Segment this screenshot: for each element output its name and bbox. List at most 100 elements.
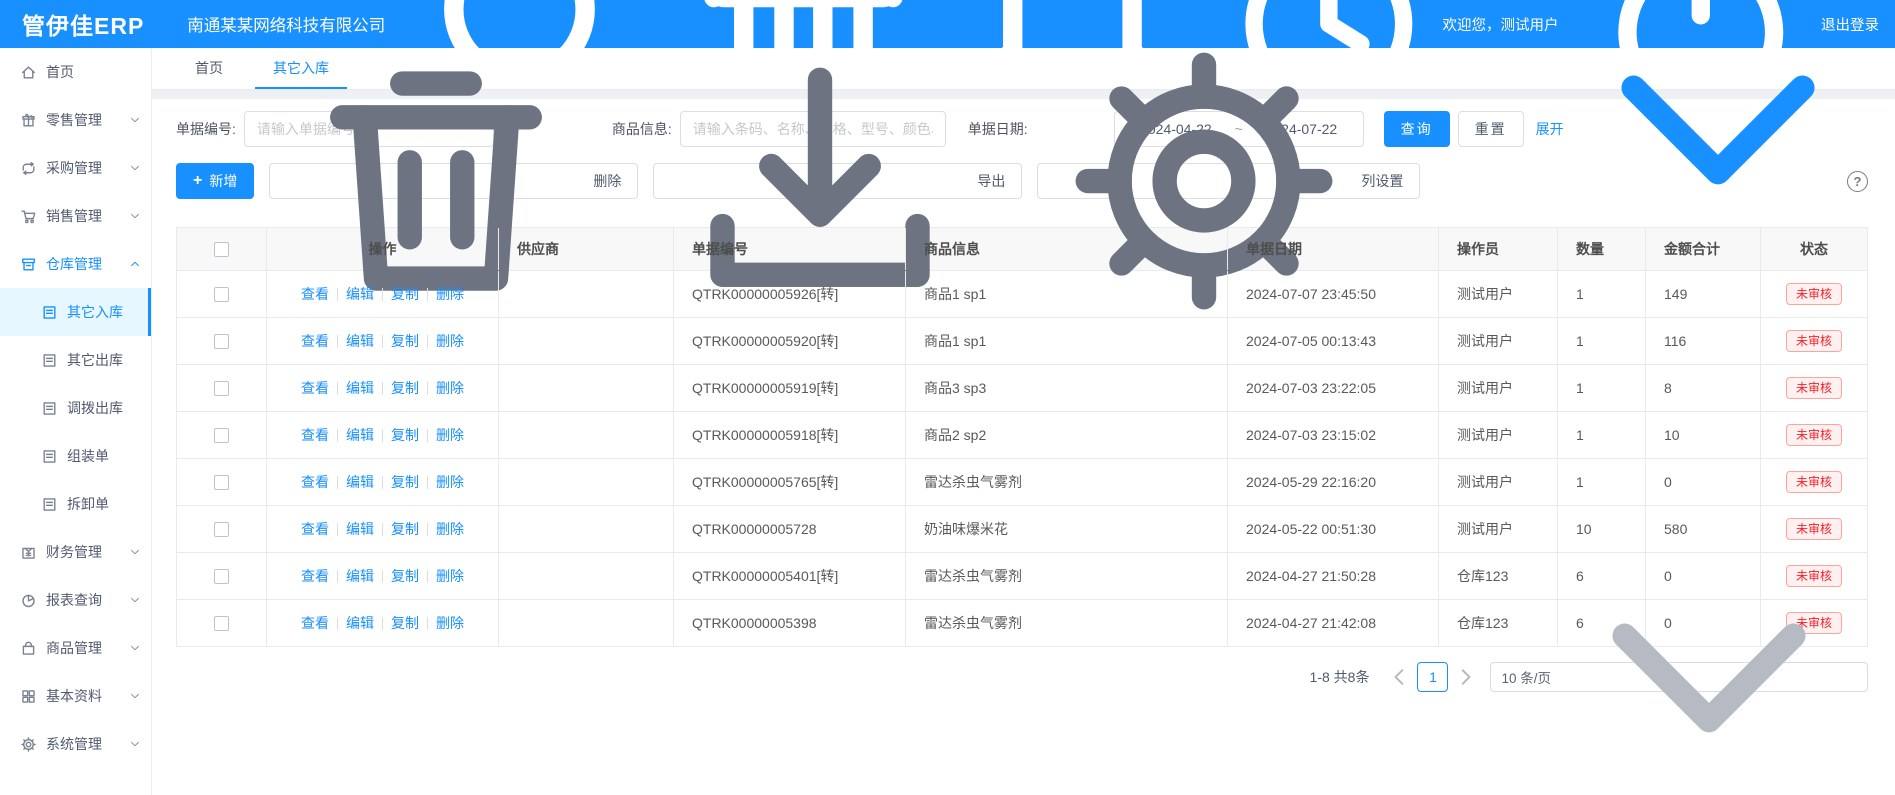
- copy-link[interactable]: 复制: [391, 566, 419, 586]
- delete-link[interactable]: 删除: [436, 425, 464, 445]
- row-checkbox[interactable]: [214, 569, 229, 584]
- view-link[interactable]: 查看: [301, 566, 329, 586]
- view-link[interactable]: 查看: [301, 378, 329, 398]
- copy-link[interactable]: 复制: [391, 472, 419, 492]
- tab[interactable]: 首页: [177, 48, 241, 89]
- sidebar: 首页 零售管理 采购管理 销售管理 仓库: [0, 48, 152, 795]
- action-separator: [427, 382, 428, 395]
- column-header: 操作员: [1439, 228, 1558, 270]
- sidebar-item[interactable]: 基本资料: [0, 672, 151, 720]
- supplier-cell: [499, 506, 674, 552]
- delete-link[interactable]: 删除: [436, 378, 464, 398]
- status-badge: 未审核: [1786, 330, 1842, 352]
- delete-link[interactable]: 删除: [436, 566, 464, 586]
- copy-link[interactable]: 复制: [391, 284, 419, 304]
- delete-link[interactable]: 删除: [436, 472, 464, 492]
- edit-link[interactable]: 编辑: [346, 425, 374, 445]
- row-select-cell: [177, 318, 267, 364]
- product-info-label: 商品信息:: [612, 119, 672, 139]
- sidebar-item-label: 其它出库: [67, 350, 129, 370]
- row-checkbox[interactable]: [214, 522, 229, 537]
- delete-link[interactable]: 删除: [436, 613, 464, 633]
- column-settings-button[interactable]: 列设置: [1037, 163, 1420, 199]
- sidebar-item[interactable]: 首页: [0, 48, 151, 96]
- sidebar-item[interactable]: 财务管理: [0, 528, 151, 576]
- action-separator: [382, 288, 383, 301]
- delete-button[interactable]: 删除: [269, 163, 638, 199]
- sidebar-item-label: 拆卸单: [67, 494, 129, 514]
- operator-cell: 仓库123: [1439, 600, 1558, 646]
- view-link[interactable]: 查看: [301, 331, 329, 351]
- row-checkbox[interactable]: [214, 475, 229, 490]
- edit-link[interactable]: 编辑: [346, 519, 374, 539]
- sidebar-item[interactable]: 其它出库: [0, 336, 151, 384]
- page-number-button[interactable]: 1: [1417, 662, 1448, 692]
- add-button[interactable]: + 新增: [176, 163, 254, 199]
- view-link[interactable]: 查看: [301, 519, 329, 539]
- supplier-cell: [499, 553, 674, 599]
- product-cell: 商品1 sp1: [906, 318, 1228, 364]
- edit-link[interactable]: 编辑: [346, 472, 374, 492]
- status-cell: 未审核: [1761, 412, 1867, 458]
- copy-link[interactable]: 复制: [391, 519, 419, 539]
- view-link[interactable]: 查看: [301, 284, 329, 304]
- sidebar-item[interactable]: 仓库管理: [0, 240, 151, 288]
- sidebar-item[interactable]: 系统管理: [0, 720, 151, 768]
- copy-link[interactable]: 复制: [391, 613, 419, 633]
- qty-cell: 1: [1558, 318, 1646, 364]
- sidebar-item[interactable]: 销售管理: [0, 192, 151, 240]
- row-actions-cell: 查看编辑复制删除: [267, 412, 499, 458]
- delete-link[interactable]: 删除: [436, 331, 464, 351]
- page-size-select[interactable]: 10 条/页: [1490, 662, 1868, 692]
- view-link[interactable]: 查看: [301, 425, 329, 445]
- edit-link[interactable]: 编辑: [346, 566, 374, 586]
- doc-no-label: 单据编号:: [176, 119, 236, 139]
- sidebar-item[interactable]: 报表查询: [0, 576, 151, 624]
- sidebar-item-icon: [41, 448, 58, 465]
- view-link[interactable]: 查看: [301, 613, 329, 633]
- sidebar-item[interactable]: 组装单: [0, 432, 151, 480]
- sidebar-item[interactable]: 零售管理: [0, 96, 151, 144]
- action-separator: [337, 570, 338, 583]
- column-header: 金额合计: [1646, 228, 1761, 270]
- search-button[interactable]: 查询: [1384, 111, 1450, 147]
- row-checkbox[interactable]: [214, 381, 229, 396]
- sidebar-item[interactable]: 商品管理: [0, 624, 151, 672]
- copy-link[interactable]: 复制: [391, 331, 419, 351]
- edit-link[interactable]: 编辑: [346, 331, 374, 351]
- app-logo[interactable]: 管伊佳ERP: [22, 7, 144, 41]
- status-cell: 未审核: [1761, 365, 1867, 411]
- edit-link[interactable]: 编辑: [346, 284, 374, 304]
- sidebar-item[interactable]: 其它入库: [0, 288, 151, 336]
- sidebar-item-label: 报表查询: [46, 590, 129, 610]
- view-link[interactable]: 查看: [301, 472, 329, 492]
- doc-no-cell: QTRK00000005728: [674, 506, 906, 552]
- product-cell: 雷达杀虫气雾剂: [906, 553, 1228, 599]
- row-checkbox[interactable]: [214, 287, 229, 302]
- copy-link[interactable]: 复制: [391, 378, 419, 398]
- sidebar-item-label: 商品管理: [46, 638, 129, 658]
- edit-link[interactable]: 编辑: [346, 613, 374, 633]
- row-checkbox[interactable]: [214, 616, 229, 631]
- row-checkbox[interactable]: [214, 334, 229, 349]
- sidebar-item[interactable]: 拆卸单: [0, 480, 151, 528]
- sidebar-item[interactable]: 调拨出库: [0, 384, 151, 432]
- action-separator: [337, 523, 338, 536]
- export-button[interactable]: 导出: [653, 163, 1022, 199]
- chevron-icon: [129, 162, 141, 174]
- delete-link[interactable]: 删除: [436, 284, 464, 304]
- operator-cell: 测试用户: [1439, 318, 1558, 364]
- reset-button[interactable]: 重置: [1458, 111, 1524, 147]
- status-cell: 未审核: [1761, 318, 1867, 364]
- plus-icon: +: [193, 173, 202, 189]
- sidebar-item[interactable]: 采购管理: [0, 144, 151, 192]
- help-icon[interactable]: ?: [1847, 171, 1868, 192]
- delete-link[interactable]: 删除: [436, 519, 464, 539]
- select-all-checkbox[interactable]: [214, 242, 229, 257]
- edit-link[interactable]: 编辑: [346, 378, 374, 398]
- next-page-button[interactable]: [1454, 662, 1478, 692]
- operator-cell: 测试用户: [1439, 412, 1558, 458]
- prev-page-button[interactable]: [1387, 662, 1411, 692]
- row-checkbox[interactable]: [214, 428, 229, 443]
- copy-link[interactable]: 复制: [391, 425, 419, 445]
